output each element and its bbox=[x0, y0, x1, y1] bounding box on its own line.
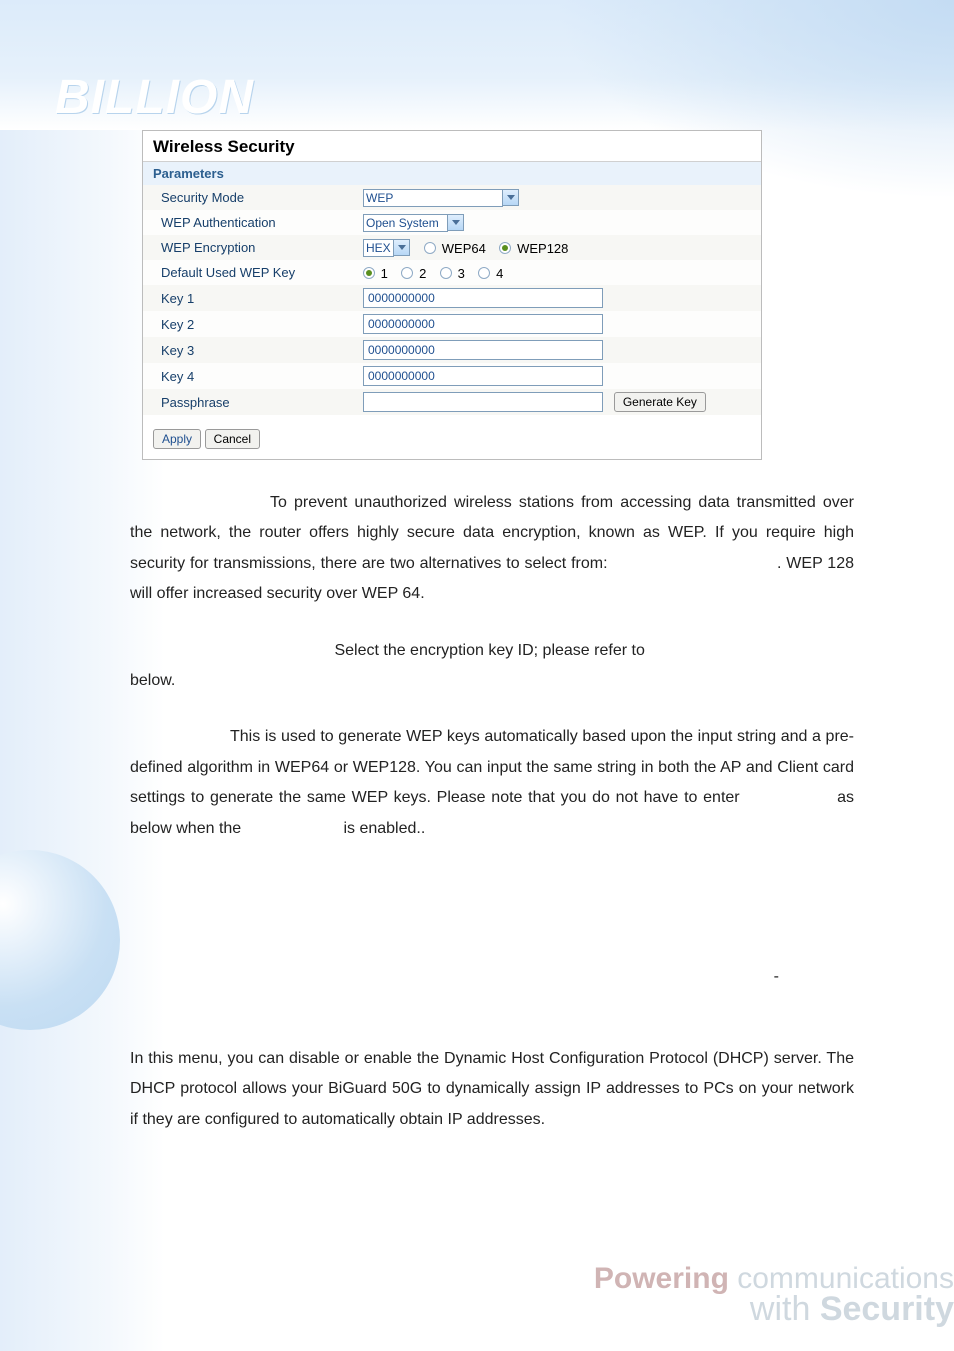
panel-subheader: Parameters bbox=[143, 162, 761, 185]
text-p3c: is enabled.. bbox=[343, 820, 425, 837]
label-wep-auth: WEP Authentication bbox=[143, 210, 363, 235]
brand-logo: BILLION bbox=[55, 70, 254, 125]
radio-wep128-label: WEP128 bbox=[517, 241, 568, 256]
row-key3: Key 3 bbox=[143, 337, 761, 363]
label-security-mode: Security Mode bbox=[143, 185, 363, 210]
radio-wep128[interactable] bbox=[499, 242, 511, 254]
paragraph-wep-intro: To prevent unauthorized wireless station… bbox=[130, 488, 854, 610]
text-p1a: To prevent unauthorized wireless station… bbox=[130, 494, 854, 572]
apply-button[interactable]: Apply bbox=[153, 429, 201, 449]
chevron-down-icon bbox=[447, 214, 464, 231]
radio-key-4-label: 4 bbox=[496, 266, 503, 281]
input-key4[interactable] bbox=[363, 366, 603, 386]
input-key2[interactable] bbox=[363, 314, 603, 334]
select-wep-format[interactable]: HEX bbox=[363, 239, 410, 257]
input-passphrase[interactable] bbox=[363, 392, 603, 412]
label-key4: Key 4 bbox=[143, 364, 363, 389]
select-wep-auth-value: Open System bbox=[363, 214, 448, 232]
input-key1[interactable] bbox=[363, 288, 603, 308]
label-key2: Key 2 bbox=[143, 312, 363, 337]
radio-key-3-label: 3 bbox=[458, 266, 465, 281]
paragraph-dhcp: In this menu, you can disable or enable … bbox=[130, 1044, 854, 1135]
label-wep-encryption: WEP Encryption bbox=[143, 235, 363, 260]
radio-key-1[interactable] bbox=[363, 267, 375, 279]
row-passphrase: Passphrase Generate Key bbox=[143, 389, 761, 415]
tagline-security: Security bbox=[820, 1290, 954, 1328]
brand-logo-text: BILLION bbox=[55, 71, 254, 124]
document-body: To prevent unauthorized wireless station… bbox=[130, 488, 854, 1135]
select-security-mode-value: WEP bbox=[363, 189, 503, 207]
radio-key-4[interactable] bbox=[478, 267, 490, 279]
tagline-powering: Powering bbox=[594, 1262, 729, 1295]
paragraph-key-id: Select the encryption key ID; please ref… bbox=[130, 636, 854, 697]
radio-wep64-label: WEP64 bbox=[442, 241, 486, 256]
input-key3[interactable] bbox=[363, 340, 603, 360]
label-key3: Key 3 bbox=[143, 338, 363, 363]
tagline-with: with bbox=[750, 1290, 820, 1328]
panel-title: Wireless Security bbox=[143, 131, 761, 162]
radio-key-2[interactable] bbox=[401, 267, 413, 279]
chevron-down-icon bbox=[502, 189, 519, 206]
row-key2: Key 2 bbox=[143, 311, 761, 337]
radio-key-2-label: 2 bbox=[419, 266, 426, 281]
text-p2b: below. bbox=[130, 672, 175, 689]
select-wep-auth[interactable]: Open System bbox=[363, 214, 464, 232]
chevron-down-icon bbox=[393, 239, 410, 256]
footer-tagline: Powering communications with Security bbox=[594, 1262, 954, 1329]
label-key1: Key 1 bbox=[143, 286, 363, 311]
radio-key-1-label: 1 bbox=[381, 266, 388, 281]
row-wep-encryption: WEP Encryption HEX WEP64 WEP128 bbox=[143, 235, 761, 260]
generate-key-button[interactable]: Generate Key bbox=[614, 392, 706, 412]
select-wep-format-value: HEX bbox=[363, 239, 394, 257]
row-wep-auth: WEP Authentication Open System bbox=[143, 210, 761, 235]
panel-footer: Apply Cancel bbox=[143, 415, 761, 459]
select-security-mode[interactable]: WEP bbox=[363, 189, 519, 207]
panel-body: Security Mode WEP WEP Authentication Ope… bbox=[143, 185, 761, 415]
row-key4: Key 4 bbox=[143, 363, 761, 389]
cancel-button[interactable]: Cancel bbox=[205, 429, 260, 449]
row-key1: Key 1 bbox=[143, 285, 761, 311]
text-p3a: This is used to generate WEP keys automa… bbox=[130, 728, 854, 806]
row-security-mode: Security Mode WEP bbox=[143, 185, 761, 210]
row-default-key: Default Used WEP Key 1 2 3 4 bbox=[143, 260, 761, 285]
label-default-key: Default Used WEP Key bbox=[143, 260, 363, 285]
paragraph-passphrase-info: This is used to generate WEP keys automa… bbox=[130, 722, 854, 844]
text-p2a: Select the encryption key ID; please ref… bbox=[334, 642, 644, 659]
wireless-security-panel: Wireless Security Parameters Security Mo… bbox=[142, 130, 762, 460]
radio-wep64[interactable] bbox=[424, 242, 436, 254]
label-passphrase: Passphrase bbox=[143, 390, 363, 415]
radio-key-3[interactable] bbox=[440, 267, 452, 279]
